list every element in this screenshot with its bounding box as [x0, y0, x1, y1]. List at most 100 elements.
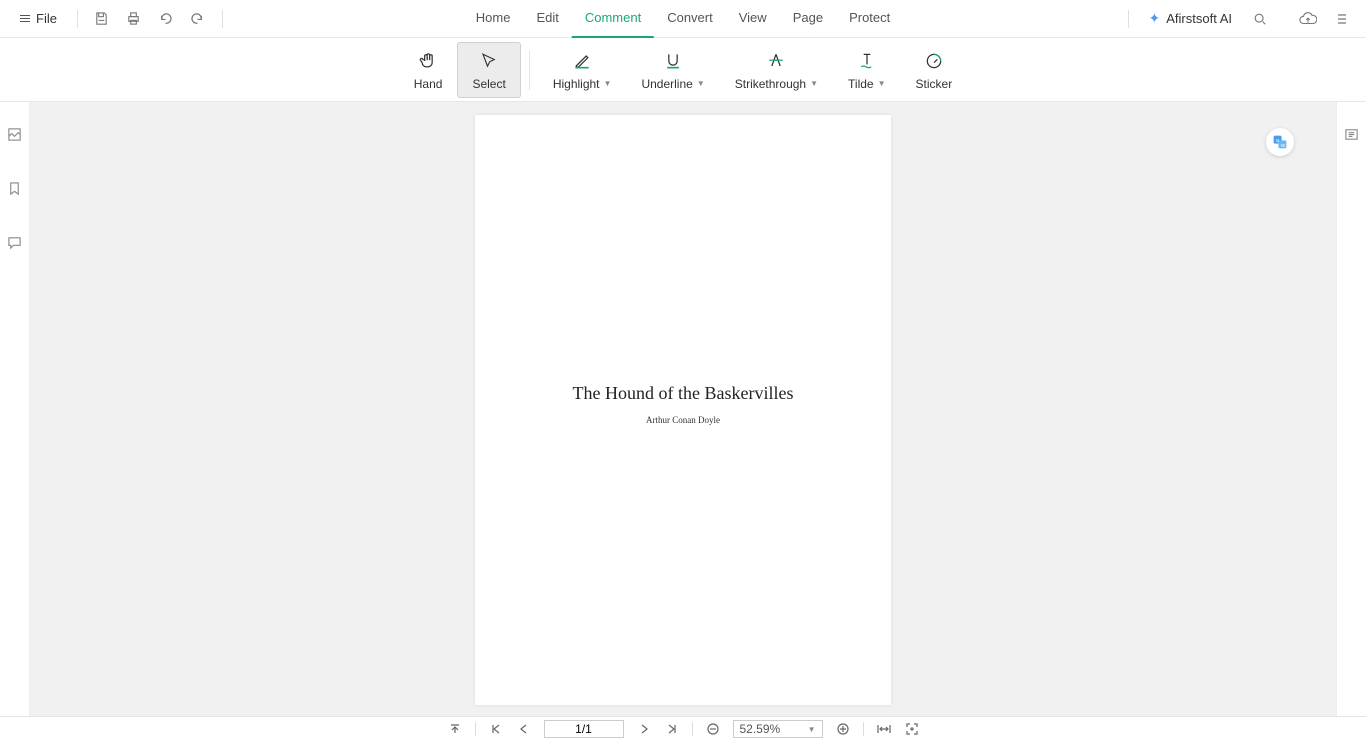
comments-panel-button[interactable] — [1, 228, 29, 256]
cursor-icon — [480, 52, 498, 70]
tab-edit[interactable]: Edit — [523, 0, 571, 38]
separator — [475, 722, 476, 736]
search-button[interactable] — [1246, 5, 1274, 33]
tab-protect[interactable]: Protect — [836, 0, 903, 38]
redo-button[interactable] — [184, 5, 212, 33]
save-icon — [94, 11, 109, 26]
thumbnails-icon — [7, 127, 22, 142]
save-button[interactable] — [88, 5, 116, 33]
highlight-icon — [572, 51, 592, 71]
more-icon — [1337, 12, 1347, 26]
search-icon — [1253, 12, 1267, 26]
chevron-down-icon: ▼ — [604, 79, 612, 88]
translate-float-button[interactable]: a W — [1266, 128, 1294, 156]
zoom-select[interactable]: 52.59% ▼ — [733, 720, 823, 738]
tab-view-label: View — [739, 10, 767, 25]
zoom-out-icon — [707, 723, 719, 735]
document-author: Arthur Conan Doyle — [475, 415, 891, 425]
zoom-value: 52.59% — [740, 722, 781, 736]
print-icon — [126, 11, 141, 26]
strikethrough-label: Strikethrough — [735, 77, 806, 91]
hand-tool-button[interactable]: Hand — [399, 42, 458, 98]
translate-icon: a W — [1272, 134, 1288, 150]
tilde-icon — [857, 51, 877, 71]
last-page-icon — [667, 724, 677, 734]
redo-icon — [190, 11, 205, 26]
bookmark-icon — [7, 181, 22, 196]
document-viewport[interactable]: The Hound of the Baskervilles Arthur Con… — [30, 102, 1336, 716]
cloud-button[interactable] — [1294, 5, 1322, 33]
tilde-label: Tilde — [848, 77, 874, 91]
page-1: The Hound of the Baskervilles Arthur Con… — [475, 115, 891, 705]
hand-icon — [418, 51, 438, 71]
zoom-in-button[interactable] — [835, 721, 851, 737]
separator — [692, 722, 693, 736]
select-tool-button[interactable]: Select — [457, 42, 520, 98]
first-page-button[interactable] — [488, 721, 504, 737]
print-button[interactable] — [120, 5, 148, 33]
properties-panel-button[interactable] — [1338, 120, 1366, 148]
cloud-upload-icon — [1299, 12, 1317, 26]
tab-page[interactable]: Page — [780, 0, 836, 38]
scroll-top-button[interactable] — [447, 721, 463, 737]
tab-home[interactable]: Home — [463, 0, 524, 38]
svg-text:W: W — [1281, 143, 1286, 149]
last-page-button[interactable] — [664, 721, 680, 737]
document-title: The Hound of the Baskervilles — [475, 383, 891, 404]
chevron-left-icon — [519, 724, 529, 734]
next-page-button[interactable] — [636, 721, 652, 737]
underline-icon — [663, 51, 683, 71]
undo-icon — [158, 11, 173, 26]
ribbon-separator — [529, 50, 530, 90]
zoom-out-button[interactable] — [705, 721, 721, 737]
tab-comment-label: Comment — [585, 10, 641, 25]
prev-page-button[interactable] — [516, 721, 532, 737]
thumbnails-panel-button[interactable] — [1, 120, 29, 148]
sticker-tool-button[interactable]: Sticker — [901, 42, 968, 98]
hand-label: Hand — [414, 77, 443, 91]
undo-button[interactable] — [152, 5, 180, 33]
tab-view[interactable]: View — [726, 0, 780, 38]
ai-button[interactable]: ✦ Afirstsoft AI — [1141, 6, 1240, 31]
properties-icon — [1344, 127, 1359, 142]
main-tabs: Home Edit Comment Convert View Page Prot… — [463, 0, 904, 38]
fit-page-icon — [906, 723, 918, 735]
sparkle-icon: ✦ — [1149, 10, 1161, 27]
page-number-input[interactable] — [544, 720, 624, 738]
tab-convert[interactable]: Convert — [654, 0, 726, 38]
tab-home-label: Home — [476, 10, 511, 25]
sticker-icon — [924, 51, 944, 71]
strikethrough-icon — [766, 51, 786, 71]
separator — [222, 10, 223, 28]
tab-page-label: Page — [793, 10, 823, 25]
tab-comment[interactable]: Comment — [572, 0, 654, 38]
underline-label: Underline — [641, 77, 692, 91]
bookmarks-panel-button[interactable] — [1, 174, 29, 202]
first-page-icon — [491, 724, 501, 734]
tilde-tool-button[interactable]: Tilde ▼ — [833, 42, 901, 98]
fit-page-button[interactable] — [904, 721, 920, 737]
comment-icon — [7, 235, 22, 250]
tab-edit-label: Edit — [536, 10, 558, 25]
ai-label: Afirstsoft AI — [1166, 11, 1232, 26]
highlight-label: Highlight — [553, 77, 600, 91]
select-label: Select — [472, 77, 505, 91]
chevron-down-icon: ▼ — [878, 79, 886, 88]
fit-width-button[interactable] — [876, 721, 892, 737]
more-button[interactable] — [1328, 5, 1356, 33]
file-menu-button[interactable]: File — [10, 7, 67, 30]
hamburger-icon — [20, 15, 30, 22]
scroll-top-icon — [449, 723, 461, 735]
highlight-tool-button[interactable]: Highlight ▼ — [538, 42, 627, 98]
chevron-right-icon — [639, 724, 649, 734]
sticker-label: Sticker — [916, 77, 953, 91]
underline-tool-button[interactable]: Underline ▼ — [626, 42, 719, 98]
zoom-in-icon — [837, 723, 849, 735]
fit-width-icon — [877, 723, 891, 735]
strikethrough-tool-button[interactable]: Strikethrough ▼ — [720, 42, 833, 98]
chevron-down-icon: ▼ — [697, 79, 705, 88]
chevron-down-icon: ▼ — [808, 725, 816, 734]
separator — [1128, 10, 1129, 28]
file-label: File — [36, 11, 57, 26]
chevron-down-icon: ▼ — [810, 79, 818, 88]
